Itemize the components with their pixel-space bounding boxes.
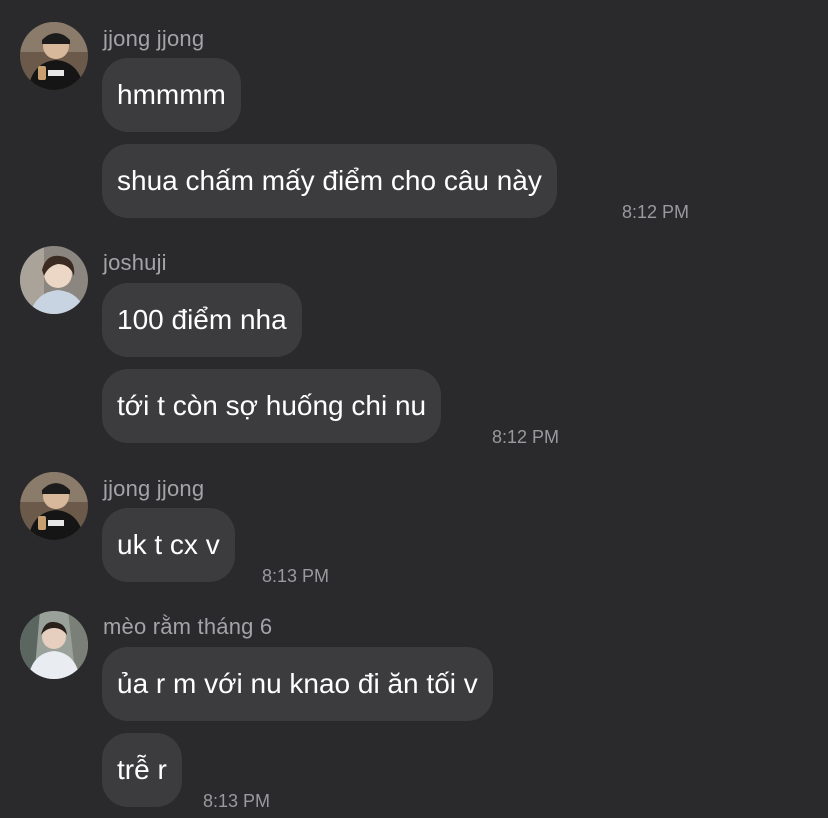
sender-name: joshuji	[103, 250, 167, 275]
message-bubble[interactable]: tới t còn sợ huống chi nu	[102, 369, 442, 443]
message-bubble[interactable]: 100 điểm nha	[102, 283, 302, 357]
avatar-photo-icon[interactable]	[20, 246, 88, 314]
sender-name: jjong jjong	[103, 26, 205, 51]
sender-name: mèo rằm tháng 6	[103, 614, 273, 639]
message-time: 8:12 PM	[622, 202, 690, 222]
message-time: 8:13 PM	[262, 566, 330, 586]
avatar-photo-icon[interactable]	[20, 472, 88, 540]
message-bubble[interactable]: ủa r m với nu knao đi ăn tối v	[102, 647, 493, 721]
message-time: 8:12 PM	[492, 427, 560, 447]
avatar-photo-icon[interactable]	[20, 22, 88, 90]
message-bubble[interactable]: shua chấm mấy điểm cho câu này	[102, 144, 557, 218]
avatar-photo-icon[interactable]	[20, 611, 88, 679]
message-time: 8:13 PM	[203, 791, 271, 811]
message-bubble[interactable]: uk t cx v	[102, 508, 235, 582]
chat-thread: jjong jjong hmmmm shua chấm mấy điểm cho…	[0, 0, 828, 818]
message-bubble[interactable]: trễ r	[102, 733, 182, 807]
message-bubble[interactable]: hmmmm	[102, 58, 241, 132]
sender-name: jjong jjong	[103, 476, 205, 501]
